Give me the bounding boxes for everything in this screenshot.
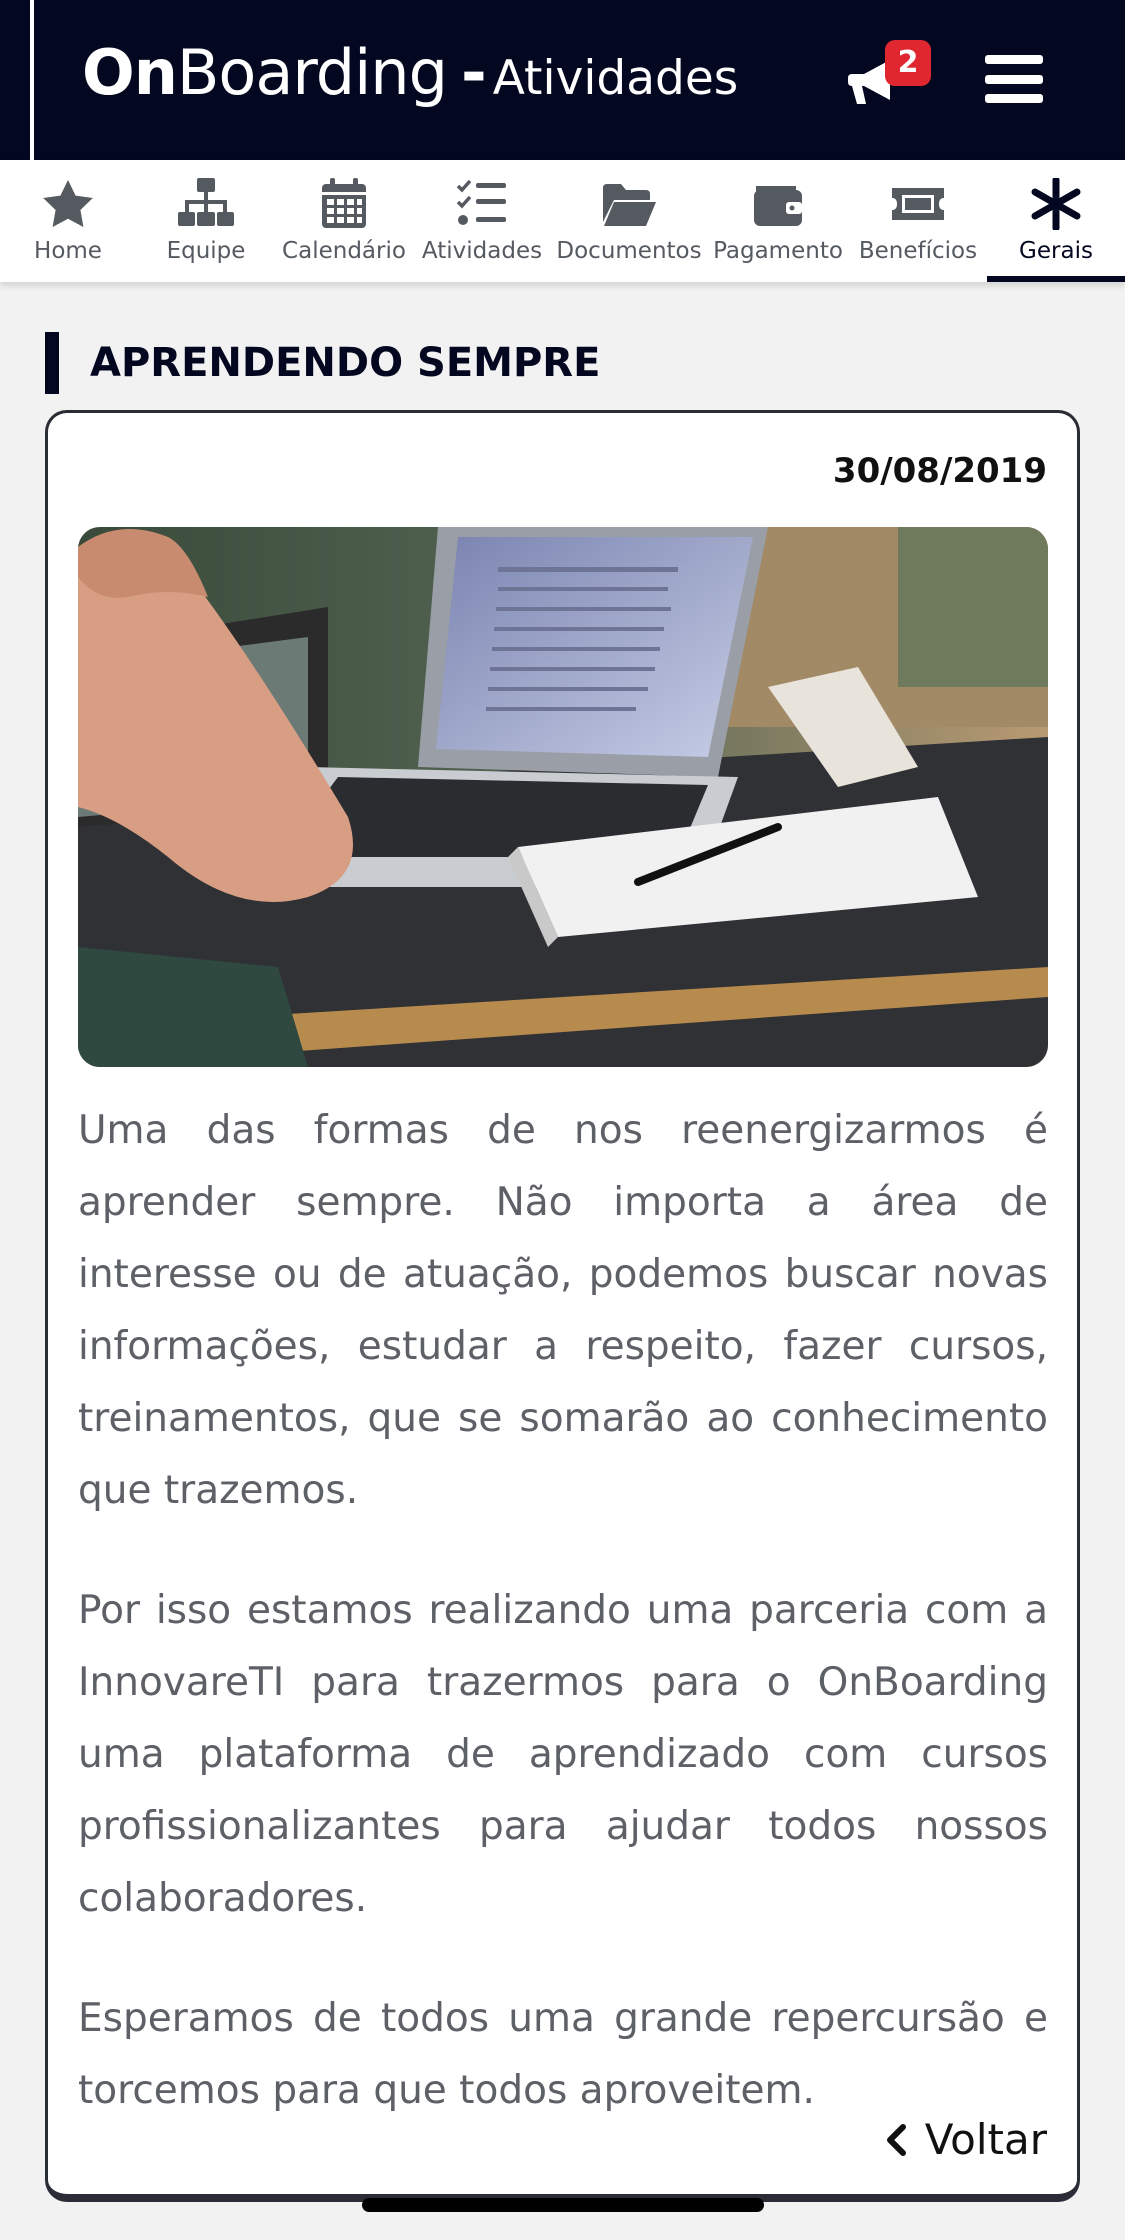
tab-label: Home — [34, 238, 102, 264]
notification-badge[interactable]: 2 — [885, 40, 931, 86]
wallet-icon — [754, 186, 802, 226]
page-title: Atividades — [492, 51, 739, 106]
tab-atividades[interactable]: Atividades — [420, 160, 544, 282]
tab-label: Atividades — [421, 238, 543, 264]
tab-label: Gerais — [1019, 238, 1093, 264]
calendar-icon — [322, 178, 366, 228]
laptop-on-desk-photo — [78, 527, 1048, 1067]
article-card: 30/08/2019 Uma das formas de nos reenerg… — [45, 410, 1080, 2202]
article-paragraph: Uma das formas de nos reenergizarmos é a… — [78, 1108, 1048, 1513]
tab-home[interactable]: Home — [10, 160, 126, 282]
section-title: APRENDENDO SEMPRE — [90, 340, 601, 386]
tab-label: Benefícios — [858, 238, 978, 264]
article-paragraph: Por isso estamos realizando uma parceria… — [78, 1588, 1048, 1921]
app-header: OnBoarding - Atividades 2 — [0, 0, 1125, 160]
tab-label: Pagamento — [713, 238, 843, 264]
ticket-icon — [892, 188, 944, 220]
brand-dash: - — [460, 36, 487, 109]
tab-pagamento[interactable]: Pagamento — [712, 160, 844, 282]
tab-equipe[interactable]: Equipe — [148, 160, 264, 282]
back-button-label: Voltar — [924, 2115, 1047, 2164]
app-brand-title: OnBoarding - Atividades — [82, 36, 738, 109]
star-icon — [43, 180, 93, 227]
back-button[interactable]: Voltar — [883, 2115, 1047, 2164]
section-accent-bar — [45, 332, 59, 394]
chevron-left-icon — [886, 2123, 906, 2156]
tab-label: Calendário — [282, 238, 406, 264]
tasks-icon — [456, 179, 506, 225]
article-paragraph: Esperamos de todos uma grande repercursã… — [78, 1996, 1048, 2113]
hamburger-menu-icon[interactable] — [985, 55, 1043, 103]
tab-gerais[interactable]: Gerais — [987, 160, 1125, 282]
article-date: 30/08/2019 — [832, 451, 1047, 491]
article-photo — [78, 527, 1048, 1067]
tab-label: Equipe — [166, 238, 246, 264]
folder-open-icon — [603, 184, 656, 226]
tab-beneficios[interactable]: Benefícios — [852, 160, 984, 282]
org-chart-icon — [178, 178, 234, 226]
tab-documentos[interactable]: Documentos — [556, 160, 702, 282]
home-indicator[interactable] — [362, 2198, 764, 2212]
article-body: Uma das formas de nos reenergizarmos é a… — [78, 1095, 1048, 2175]
brand-boarding: Boarding — [176, 36, 448, 109]
tab-calendario[interactable]: Calendário — [282, 160, 406, 282]
tab-bar: Home Equipe Calendário Atividades Docume… — [0, 160, 1125, 282]
header-divider — [30, 0, 34, 160]
tab-label: Documentos — [556, 238, 702, 264]
asterisk-icon — [1031, 178, 1081, 230]
brand-on: On — [82, 36, 178, 109]
